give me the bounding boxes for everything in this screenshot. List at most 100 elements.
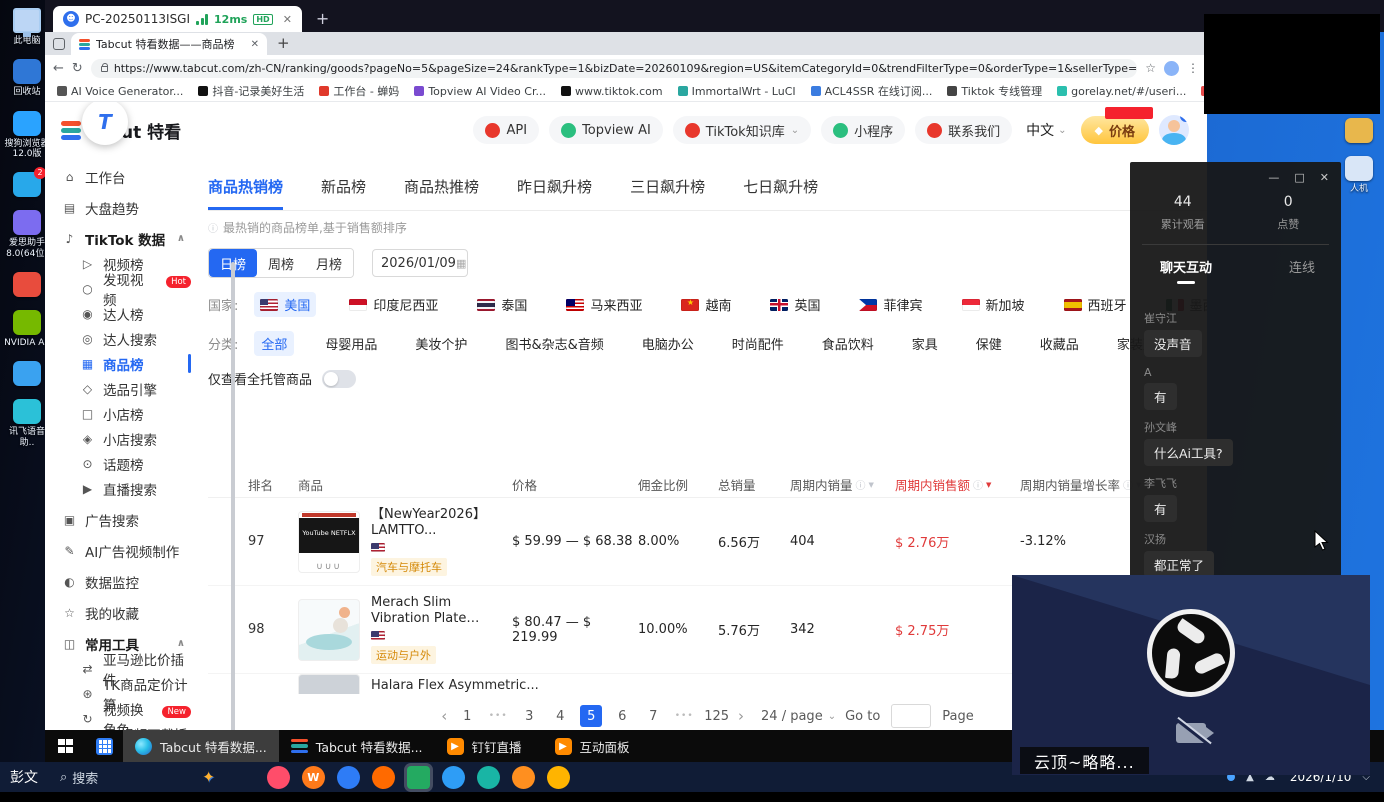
back-icon[interactable]: ← [53,61,64,76]
prev-page-icon[interactable]: ‹ [441,707,447,725]
nav-pill[interactable]: API [473,116,539,144]
ranking-tab[interactable]: 新品榜 [321,176,366,210]
profile-avatar[interactable] [1164,61,1179,76]
task-view-button[interactable] [86,730,123,762]
host-app-icon[interactable] [547,766,570,789]
ranking-tab[interactable]: 昨日飙升榜 [517,176,592,210]
table-header-cell[interactable]: 总销量 [718,475,790,494]
desktop-icon[interactable] [1336,118,1382,143]
category-option[interactable]: 保健 [969,331,1009,356]
host-app-icon[interactable] [372,766,395,789]
pricing-button[interactable]: ◆ 价格 [1081,116,1149,144]
category-option[interactable]: 收藏品 [1033,331,1086,356]
maximize-icon[interactable]: □ [1294,171,1304,184]
desktop-icon-image[interactable] [13,111,41,136]
collapse-caret-icon[interactable]: ∧ [177,638,191,649]
sidebar-item[interactable]: □ 小店榜 [60,401,191,426]
category-option[interactable]: 全部 [254,331,294,356]
country-option[interactable]: 美国 [254,292,316,317]
sidebar-item[interactable]: ◇ 选品引擎 [60,376,191,401]
site-logo-text[interactable]: ut 特看 [121,118,181,143]
table-header-cell[interactable]: 排名 [248,475,298,494]
table-header-cell[interactable]: 周期内销量 ⓘ ▼ [790,475,895,494]
sidebar-item[interactable]: ○ 发现视频 Hot [60,276,191,301]
sidebar-item[interactable]: ✎ AI广告视频制作 [60,538,191,563]
taskbar-app-button[interactable]: Tabcut 特看数据... [123,730,279,762]
address-bar[interactable]: https://www.tabcut.com/zh-CN/ranking/goo… [91,59,1137,78]
page-number[interactable]: 3 [518,705,540,727]
sidebar-item[interactable]: ☆ 我的收藏 [60,600,191,625]
page-size-select[interactable]: 24 / page ⌄ [761,709,836,724]
sidebar-item[interactable]: ▶ 直播搜索 [60,476,191,501]
bookmark-item[interactable]: Topview AI Video Cr... [414,85,546,98]
page-number[interactable]: 4 [549,705,571,727]
sidebar-scrollbar[interactable] [231,262,235,730]
desktop-icon-image[interactable]: 2 [13,172,41,197]
category-option[interactable]: 食品饮料 [815,331,881,356]
country-option[interactable]: 菲律宾 [853,292,928,317]
sidebar-item[interactable]: ◈ 小店搜索 [60,426,191,451]
desktop-icon-image[interactable] [13,310,41,335]
ranking-tab[interactable]: 商品热销榜 [208,176,283,210]
bookmark-item[interactable]: 抖音-记录美好生活 [198,83,304,99]
reload-icon[interactable]: ↻ [72,61,83,76]
nav-pill[interactable]: 小程序 [821,116,905,144]
host-app-icon[interactable] [512,766,535,789]
bookmark-item[interactable]: 工作台 - 蝉妈 [319,83,399,99]
host-app-icon[interactable] [267,766,290,789]
taskbar-app-button[interactable]: ▶ 钉钉直播 [435,730,543,762]
country-option[interactable]: 泰国 [471,292,533,317]
table-header-cell[interactable]: 价格 [512,475,638,494]
bookmark-item[interactable]: ACL4SSR 在线订阅... [811,83,933,99]
host-app-icon[interactable] [407,766,430,789]
language-selector[interactable]: 中文⌄ [1026,120,1066,140]
new-session-button[interactable]: + [316,9,329,28]
category-option[interactable]: 母婴用品 [318,331,384,356]
sidebar-item[interactable]: ⊙ 话题榜 [60,451,191,476]
menu-icon[interactable]: ⋮ [1187,61,1199,75]
bookmark-item[interactable]: www.tiktok.com [561,85,663,98]
page-number[interactable]: 5 [580,705,602,727]
category-option[interactable]: 图书&杂志&音频 [498,331,610,356]
product-cell[interactable]: Halara Flex Asymmetric... [298,674,512,694]
table-header-cell[interactable]: 周期内销售额 ⓘ ▼ [895,475,1020,494]
sidebar-item[interactable]: ♪ TikTok 数据 ∧ [60,226,191,251]
tab-search-icon[interactable] [53,38,65,50]
browser-tab[interactable]: Tabcut 特看数据——商品榜 ✕ [71,33,267,55]
chat-tab[interactable]: 连线 [1289,257,1315,284]
sidebar-item[interactable]: ◉ 达人榜 [60,301,191,326]
bookmark-item[interactable]: AI Voice Generator... [57,85,183,98]
user-avatar[interactable]: ➤ [1159,115,1189,145]
chat-tab[interactable]: 聊天互动 [1160,257,1212,284]
table-row[interactable]: 97 YouTube NETFLX 【NewYear2026】LAMTTO...… [208,498,1207,586]
page-number[interactable]: 125 [704,705,729,727]
goto-page-input[interactable] [891,704,931,728]
sidebar-item[interactable]: ◎ 达人搜索 [60,326,191,351]
tabcut-logo-icon[interactable] [61,121,81,140]
product-image[interactable] [298,674,360,694]
collapse-caret-icon[interactable]: ∧ [177,233,191,244]
page-number[interactable]: 7 [642,705,664,727]
country-option[interactable]: 西班牙 [1058,292,1133,317]
sidebar-item[interactable]: ▦ 商品榜 [60,351,191,376]
category-option[interactable]: 家具 [905,331,945,356]
table-header-cell[interactable]: 佣金比例 [638,475,718,494]
product-title[interactable]: Halara Flex Asymmetric... [371,678,539,693]
desktop-icon-image[interactable] [13,272,41,297]
desktop-icon-image[interactable] [13,59,41,84]
date-picker[interactable]: 2026/01/09 ▦ [372,249,468,277]
sparkle-icon[interactable]: ✦ [202,768,215,786]
bookmark-item[interactable]: gorelay.net/#/useri... [1057,85,1186,98]
ranking-tab[interactable]: 三日飙升榜 [630,176,705,210]
nav-pill[interactable]: 联系我们 [915,116,1012,144]
product-title[interactable]: Merach Slim Vibration Plate Exercise Mac… [371,595,503,628]
page-number[interactable]: ••• [673,705,695,727]
desktop-icon-image[interactable] [13,8,41,33]
sort-caret-icon[interactable]: ▼ [986,481,991,489]
country-option[interactable]: 马来西亚 [560,292,648,317]
page-number[interactable]: 1 [456,705,478,727]
product-title[interactable]: 【NewYear2026】LAMTTO... [371,507,503,540]
product-image[interactable]: YouTube NETFLX [298,511,360,573]
table-header-cell[interactable]: 商品 [298,475,512,494]
product-cell[interactable]: Merach Slim Vibration Plate Exercise Mac… [298,595,512,665]
